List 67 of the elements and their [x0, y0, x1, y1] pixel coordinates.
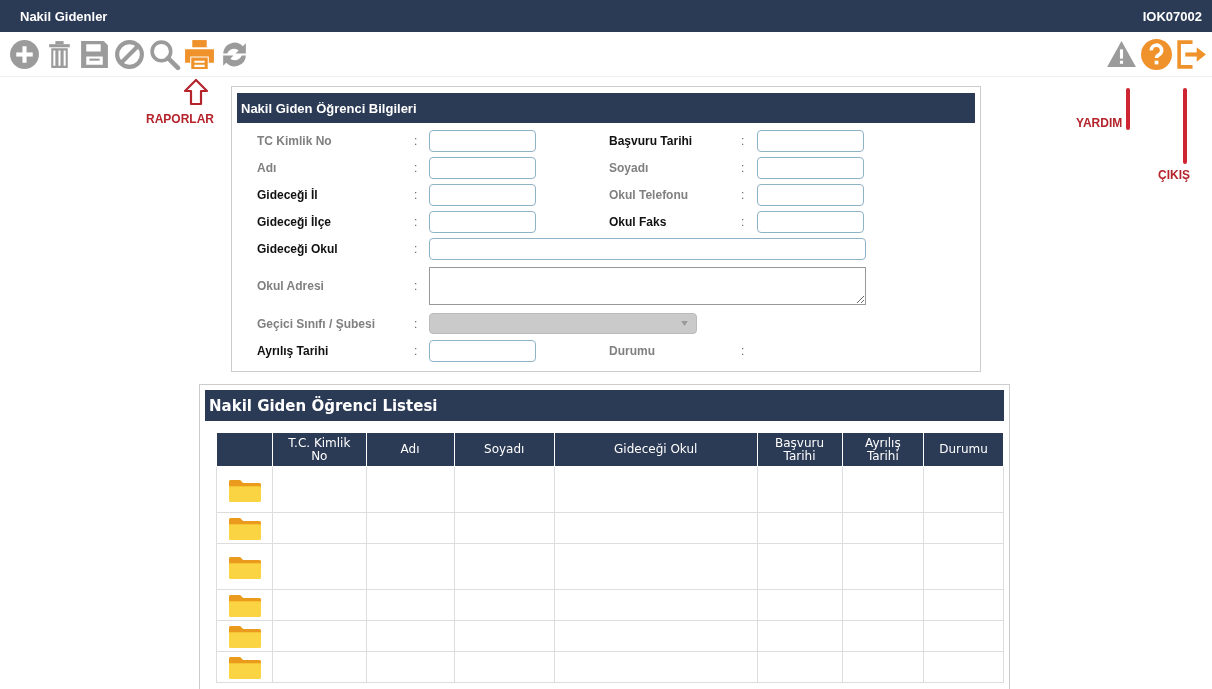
- folder-icon[interactable]: [227, 516, 262, 540]
- input-field[interactable]: [429, 237, 866, 260]
- colon-separator: :: [414, 160, 418, 175]
- up-arrow: [183, 78, 209, 106]
- input-field[interactable]: [429, 339, 536, 362]
- column-header: Ayrılış Tarihi: [842, 432, 924, 467]
- field-label: Soyadı: [609, 160, 649, 175]
- search-icon[interactable]: [148, 37, 181, 71]
- screen-code: IOK07002: [1142, 8, 1202, 24]
- colon-separator: :: [414, 187, 418, 202]
- panel-title: Nakil Giden Öğrenci Bilgileri: [241, 100, 417, 116]
- folder-icon[interactable]: [227, 655, 262, 679]
- table-header-cell: [216, 432, 273, 467]
- input-field[interactable]: [429, 210, 536, 233]
- field-label: Gideceği İlçe: [257, 214, 332, 229]
- field-label: Ayrılış Tarihi: [257, 343, 329, 358]
- annotation-label: YARDIM: [1076, 116, 1123, 130]
- field-label: Gideceği Okul: [257, 241, 338, 256]
- folder-icon[interactable]: [227, 624, 262, 648]
- annotation-label: ÇIKIŞ: [1158, 168, 1190, 182]
- add-icon[interactable]: [8, 37, 41, 71]
- folder-icon[interactable]: [227, 593, 262, 617]
- field-label: Adı: [257, 160, 277, 175]
- field-label: Okul Adresi: [257, 279, 324, 293]
- field-label: Okul Telefonu: [609, 187, 689, 202]
- input-field[interactable]: [429, 129, 536, 152]
- field-label: Başvuru Tarihi: [609, 133, 693, 148]
- folder-icon[interactable]: [227, 477, 262, 502]
- input-field[interactable]: [757, 210, 864, 233]
- field-label: Durumu: [609, 343, 655, 358]
- cancel-icon[interactable]: [113, 37, 146, 71]
- input-field[interactable]: [757, 183, 864, 206]
- caret-icon: [681, 321, 688, 326]
- column-header: Durumu: [923, 432, 1004, 467]
- input-field[interactable]: [757, 129, 864, 152]
- colon-separator: :: [741, 160, 745, 175]
- colon-separator: :: [414, 241, 418, 256]
- field-label: Gideceği İl: [257, 187, 318, 202]
- input-field[interactable]: [757, 156, 864, 179]
- colon-separator: :: [414, 343, 418, 358]
- window-title: Nakil Gidenler: [20, 8, 108, 24]
- printer-icon[interactable]: [183, 37, 216, 71]
- column-header: T.C. Kimlik No: [272, 432, 366, 467]
- column-header: Soyadı: [454, 432, 555, 467]
- input-field[interactable]: [429, 183, 536, 206]
- column-header: Adı: [366, 432, 455, 467]
- colon-separator: :: [414, 279, 418, 293]
- leader-line: [1126, 88, 1131, 130]
- colon-separator: :: [741, 133, 745, 148]
- field-label: Geçici Sınıfı / Şubesi: [257, 316, 376, 331]
- column-header: Gideceği Okul: [554, 432, 757, 467]
- colon-separator: :: [414, 133, 418, 148]
- folder-icon[interactable]: [227, 554, 262, 579]
- exit-icon[interactable]: [1175, 37, 1208, 71]
- field-label: TC Kimlik No: [257, 133, 332, 148]
- panel-title: Nakil Giden Öğrenci Listesi: [209, 396, 438, 415]
- colon-separator: :: [741, 214, 745, 229]
- colon-separator: :: [414, 316, 418, 331]
- help-icon[interactable]: [1140, 37, 1173, 71]
- text-area[interactable]: [429, 267, 866, 305]
- colon-separator: :: [414, 214, 418, 229]
- annotation-label: RAPORLAR: [146, 112, 214, 126]
- column-header: Başvuru Tarihi: [757, 432, 843, 467]
- colon-separator: :: [741, 187, 745, 202]
- field-label: Okul Faks: [609, 214, 667, 229]
- colon-separator: :: [741, 343, 745, 358]
- input-field[interactable]: [429, 156, 536, 179]
